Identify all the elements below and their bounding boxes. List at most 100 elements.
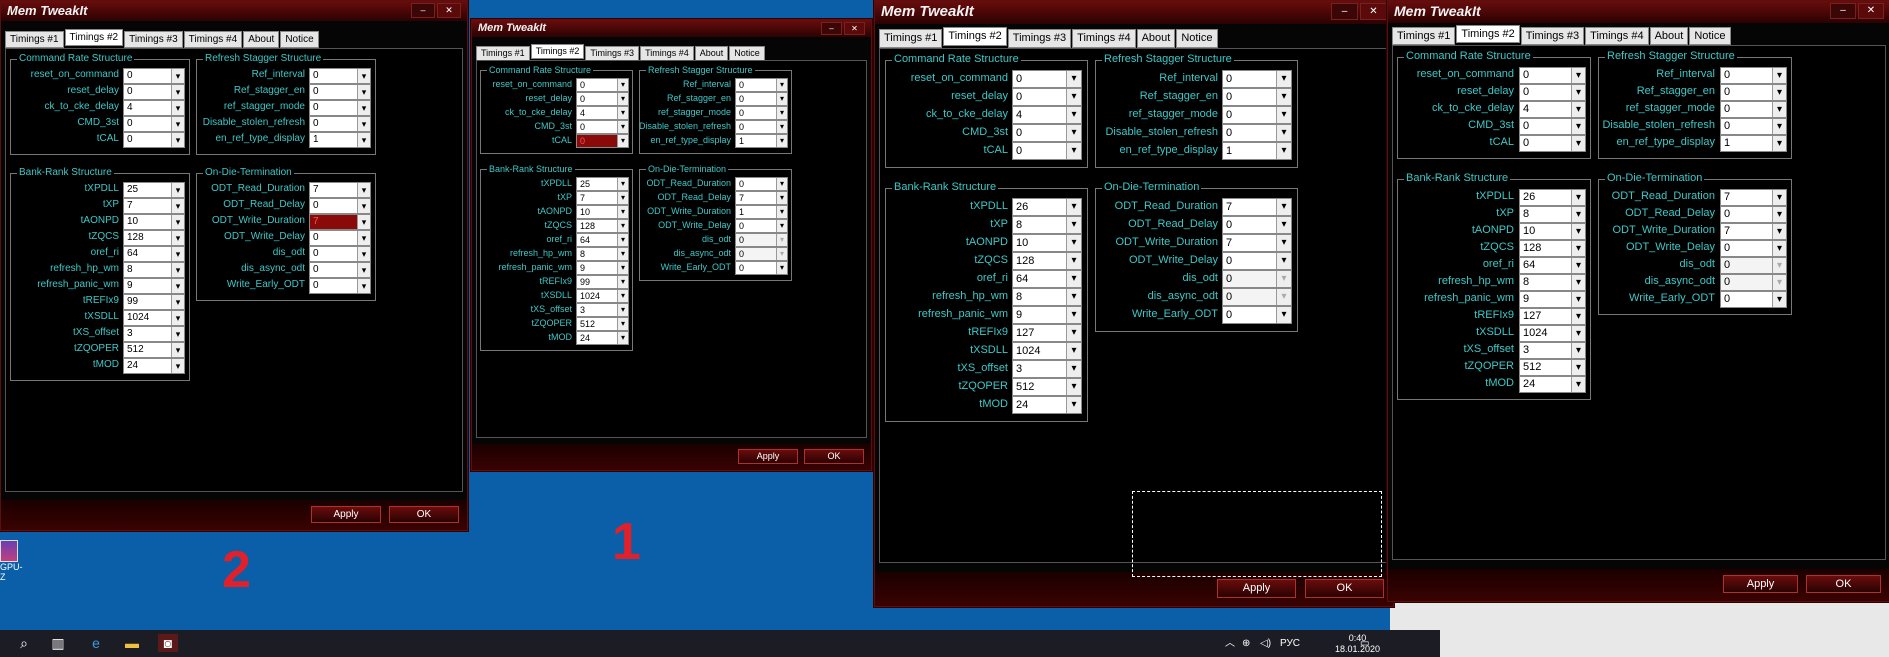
- chevron-down-icon[interactable]: ▾: [1772, 68, 1786, 83]
- value-select[interactable]: 10 ▾: [576, 205, 629, 219]
- chevron-down-icon[interactable]: ▾: [1772, 207, 1786, 222]
- chevron-down-icon[interactable]: ▾: [776, 121, 787, 133]
- title-bar[interactable]: Mem TweakIt – ✕: [472, 20, 871, 37]
- chevron-down-icon[interactable]: ▾: [1571, 68, 1585, 83]
- chevron-down-icon[interactable]: ▾: [1066, 143, 1081, 159]
- value-select[interactable]: 0 ▾: [123, 84, 185, 100]
- chevron-down-icon[interactable]: ▾: [1571, 360, 1585, 375]
- value-select[interactable]: 4 ▾: [1012, 106, 1082, 124]
- value-select[interactable]: 99 ▾: [123, 294, 185, 310]
- value-select[interactable]: 128 ▾: [576, 219, 629, 233]
- chevron-down-icon[interactable]: ▾: [1066, 235, 1081, 251]
- chevron-down-icon[interactable]: ▾: [776, 192, 787, 204]
- chevron-down-icon[interactable]: ▾: [357, 133, 370, 147]
- value-select[interactable]: 1024 ▾: [1519, 325, 1586, 342]
- minimize-icon[interactable]: –: [1830, 3, 1856, 19]
- minimize-icon[interactable]: –: [411, 3, 435, 18]
- chevron-down-icon[interactable]: ▾: [1066, 217, 1081, 233]
- value-select[interactable]: 24 ▾: [1012, 396, 1082, 414]
- value-select[interactable]: 0 ▾: [123, 132, 185, 148]
- tab-notice[interactable]: Notice: [1689, 27, 1731, 45]
- value-select[interactable]: 24 ▾: [123, 358, 185, 374]
- chevron-down-icon[interactable]: ▾: [357, 279, 370, 293]
- chevron-down-icon[interactable]: ▾: [776, 79, 787, 91]
- value-select[interactable]: 3 ▾: [123, 326, 185, 342]
- chevron-down-icon[interactable]: ▾: [1772, 85, 1786, 100]
- value-select[interactable]: 0 ▾: [123, 116, 185, 132]
- value-select[interactable]: 1 ▾: [309, 132, 371, 148]
- value-select[interactable]: 64 ▾: [1012, 270, 1082, 288]
- chevron-down-icon[interactable]: ▾: [1571, 326, 1585, 341]
- close-icon[interactable]: ✕: [1858, 3, 1884, 19]
- clock[interactable]: 0:40 18.01.2020: [1335, 633, 1380, 655]
- chevron-down-icon[interactable]: ▾: [357, 263, 370, 277]
- value-select[interactable]: 7 ▾: [735, 191, 788, 205]
- apply-button[interactable]: Apply: [1723, 575, 1798, 593]
- chevron-down-icon[interactable]: ▾: [1772, 136, 1786, 151]
- chevron-down-icon[interactable]: ▾: [1276, 289, 1291, 305]
- value-select[interactable]: 0 ▾: [1720, 240, 1787, 257]
- tab-about[interactable]: About: [243, 31, 280, 48]
- tab-timings-3[interactable]: Timings #3: [124, 31, 183, 48]
- ok-button[interactable]: OK: [1806, 575, 1881, 593]
- chevron-down-icon[interactable]: ▾: [1571, 136, 1585, 151]
- chevron-down-icon[interactable]: ▾: [1276, 143, 1291, 159]
- chevron-down-icon[interactable]: ▾: [1066, 125, 1081, 141]
- search-icon[interactable]: ⌕: [14, 634, 34, 652]
- language-indicator[interactable]: РУС: [1280, 630, 1300, 657]
- value-select[interactable]: 8 ▾: [1012, 216, 1082, 234]
- value-select[interactable]: 128 ▾: [123, 230, 185, 246]
- chevron-down-icon[interactable]: ▾: [357, 183, 370, 197]
- chevron-down-icon[interactable]: ▾: [1276, 71, 1291, 87]
- value-select[interactable]: 1024 ▾: [1012, 342, 1082, 360]
- value-select[interactable]: 10 ▾: [1012, 234, 1082, 252]
- chevron-down-icon[interactable]: ▾: [776, 220, 787, 232]
- value-select[interactable]: 24 ▾: [1519, 376, 1586, 393]
- chevron-down-icon[interactable]: ▾: [171, 215, 184, 229]
- value-select[interactable]: 0 ▾: [1720, 67, 1787, 84]
- value-select[interactable]: 0 ▾: [309, 262, 371, 278]
- chevron-down-icon[interactable]: ▾: [171, 117, 184, 131]
- tab-timings-2[interactable]: Timings #2: [530, 44, 585, 59]
- value-select[interactable]: 0 ▾: [735, 92, 788, 106]
- chevron-down-icon[interactable]: ▾: [357, 117, 370, 131]
- chevron-down-icon[interactable]: ▾: [357, 101, 370, 115]
- tab-timings-4[interactable]: Timings #4: [1072, 29, 1136, 48]
- chevron-down-icon[interactable]: ▾: [617, 206, 628, 218]
- value-select[interactable]: 4 ▾: [123, 100, 185, 116]
- value-select[interactable]: 0 ▾: [576, 120, 629, 134]
- value-select[interactable]: 0 ▾: [1720, 257, 1787, 274]
- value-select[interactable]: 0 ▾: [309, 84, 371, 100]
- chevron-down-icon[interactable]: ▾: [1571, 241, 1585, 256]
- chevron-down-icon[interactable]: ▾: [1571, 207, 1585, 222]
- value-select[interactable]: 1 ▾: [735, 205, 788, 219]
- value-select[interactable]: 25 ▾: [576, 177, 629, 191]
- value-select[interactable]: 0 ▾: [1519, 84, 1586, 101]
- tab-timings-2[interactable]: Timings #2: [1456, 25, 1520, 43]
- value-select[interactable]: 7 ▾: [309, 182, 371, 198]
- value-select[interactable]: 1 ▾: [735, 134, 788, 148]
- value-select[interactable]: 0 ▾: [735, 78, 788, 92]
- value-select[interactable]: 26 ▾: [1012, 198, 1082, 216]
- chevron-down-icon[interactable]: ▾: [1066, 307, 1081, 323]
- chevron-down-icon[interactable]: ▾: [357, 69, 370, 83]
- value-select[interactable]: 1 ▾: [1222, 142, 1292, 160]
- chevron-down-icon[interactable]: ▾: [171, 279, 184, 293]
- value-select[interactable]: 0 ▾: [1222, 216, 1292, 234]
- value-select[interactable]: 26 ▾: [1519, 189, 1586, 206]
- value-select[interactable]: 0 ▾: [1012, 142, 1082, 160]
- ok-button[interactable]: OK: [1305, 579, 1384, 598]
- chevron-down-icon[interactable]: ▾: [617, 248, 628, 260]
- value-select[interactable]: 0 ▾: [1012, 88, 1082, 106]
- value-select[interactable]: 9 ▾: [1519, 291, 1586, 308]
- value-select[interactable]: 7 ▾: [576, 191, 629, 205]
- chevron-down-icon[interactable]: ▾: [1066, 343, 1081, 359]
- chevron-down-icon[interactable]: ▾: [1066, 71, 1081, 87]
- tab-notice[interactable]: Notice: [1176, 29, 1218, 48]
- value-select[interactable]: 0 ▾: [576, 78, 629, 92]
- value-select[interactable]: 4 ▾: [576, 106, 629, 120]
- chevron-down-icon[interactable]: ▾: [1571, 292, 1585, 307]
- chevron-down-icon[interactable]: ▾: [1571, 275, 1585, 290]
- value-select[interactable]: 0 ▾: [735, 261, 788, 275]
- chevron-down-icon[interactable]: ▾: [1276, 107, 1291, 123]
